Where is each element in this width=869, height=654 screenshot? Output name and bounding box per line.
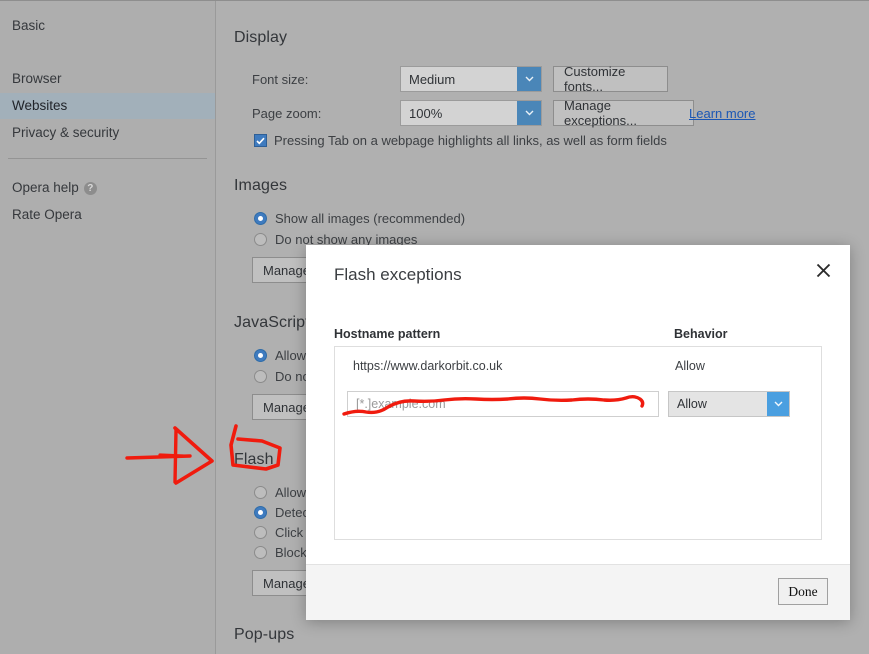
- customize-fonts-button[interactable]: Customize fonts...: [553, 66, 668, 92]
- exception-hostname: https://www.darkorbit.co.uk: [353, 359, 502, 373]
- radio-label: Block: [275, 545, 307, 560]
- close-icon[interactable]: [808, 255, 838, 285]
- radio-label: Allow: [275, 485, 306, 500]
- manage-exceptions-button[interactable]: Manage exceptions...: [553, 100, 694, 126]
- sidebar-item-browser[interactable]: Browser: [0, 66, 215, 92]
- column-header-hostname: Hostname pattern: [334, 327, 440, 341]
- radio-label: Do no: [275, 369, 310, 384]
- sidebar-divider: [8, 158, 207, 159]
- radio-unselected-icon[interactable]: [254, 233, 267, 246]
- page-zoom-select[interactable]: 100%: [400, 100, 542, 126]
- images-option-show-all[interactable]: Show all images (recommended): [254, 211, 465, 226]
- behavior-select[interactable]: Allow: [668, 391, 790, 417]
- radio-selected-icon[interactable]: [254, 506, 267, 519]
- font-size-value: Medium: [401, 72, 517, 87]
- sidebar-item-label: Basic: [12, 18, 45, 33]
- section-title-flash: Flash: [234, 451, 274, 469]
- exceptions-list: https://www.darkorbit.co.uk Allow [*.]ex…: [334, 346, 822, 540]
- sidebar-item-label: Opera help: [12, 180, 79, 195]
- sidebar-item-label: Privacy & security: [12, 125, 119, 140]
- sidebar-item-opera-help[interactable]: Opera help?: [0, 175, 215, 201]
- radio-unselected-icon[interactable]: [254, 546, 267, 559]
- behavior-value: Allow: [669, 397, 767, 411]
- radio-label: Show all images (recommended): [275, 211, 465, 226]
- chevron-down-icon: [517, 101, 541, 125]
- checkbox-checked-icon[interactable]: [254, 134, 267, 147]
- flash-option-block[interactable]: Block: [254, 545, 307, 560]
- exception-row-new[interactable]: [*.]example.com Allow: [335, 391, 821, 421]
- sidebar-item-websites[interactable]: Websites: [0, 93, 215, 119]
- radio-unselected-icon[interactable]: [254, 370, 267, 383]
- learn-more-link[interactable]: Learn more: [689, 106, 755, 121]
- radio-selected-icon[interactable]: [254, 212, 267, 225]
- exception-row-existing[interactable]: https://www.darkorbit.co.uk Allow: [335, 353, 821, 383]
- chevron-down-icon: [517, 67, 541, 91]
- radio-unselected-icon[interactable]: [254, 526, 267, 539]
- sidebar-item-rate-opera[interactable]: Rate Opera: [0, 202, 215, 228]
- radio-unselected-icon[interactable]: [254, 486, 267, 499]
- flash-option-detect[interactable]: Detect: [254, 505, 313, 520]
- flash-option-allow[interactable]: Allow: [254, 485, 306, 500]
- sidebar: Basic Browser Websites Privacy & securit…: [0, 1, 215, 654]
- flash-option-click-to-play[interactable]: Click t: [254, 525, 310, 540]
- column-header-behavior: Behavior: [674, 327, 728, 341]
- sidebar-item-basic[interactable]: Basic: [0, 13, 215, 39]
- sidebar-item-label: Rate Opera: [12, 207, 82, 222]
- sidebar-item-label: Browser: [12, 71, 62, 86]
- done-button[interactable]: Done: [778, 578, 828, 605]
- radio-label: Allow: [275, 348, 306, 363]
- section-title-javascript: JavaScript: [234, 314, 310, 332]
- radio-selected-icon[interactable]: [254, 349, 267, 362]
- dialog-title: Flash exceptions: [334, 265, 462, 285]
- tab-highlight-label: Pressing Tab on a webpage highlights all…: [274, 133, 667, 148]
- hostname-pattern-input[interactable]: [*.]example.com: [347, 391, 659, 417]
- font-size-select[interactable]: Medium: [400, 66, 542, 92]
- section-title-popups: Pop-ups: [234, 626, 294, 644]
- dialog-footer: Done: [306, 564, 850, 620]
- page-zoom-label: Page zoom:: [252, 106, 321, 121]
- flash-exceptions-dialog: Flash exceptions Hostname pattern Behavi…: [306, 245, 850, 620]
- section-title-images: Images: [234, 177, 287, 195]
- section-title-display: Display: [234, 29, 287, 47]
- javascript-option-do-not-allow[interactable]: Do no: [254, 369, 310, 384]
- exception-behavior: Allow: [675, 359, 705, 373]
- javascript-option-allow[interactable]: Allow: [254, 348, 306, 363]
- tab-highlight-checkbox-row[interactable]: Pressing Tab on a webpage highlights all…: [254, 133, 667, 148]
- help-question-icon: ?: [84, 182, 97, 195]
- font-size-label: Font size:: [252, 72, 308, 87]
- settings-window: Basic Browser Websites Privacy & securit…: [0, 0, 869, 654]
- page-zoom-value: 100%: [401, 106, 517, 121]
- sidebar-item-privacy-security[interactable]: Privacy & security: [0, 120, 215, 146]
- sidebar-item-label: Websites: [12, 98, 67, 113]
- chevron-down-icon: [767, 392, 789, 416]
